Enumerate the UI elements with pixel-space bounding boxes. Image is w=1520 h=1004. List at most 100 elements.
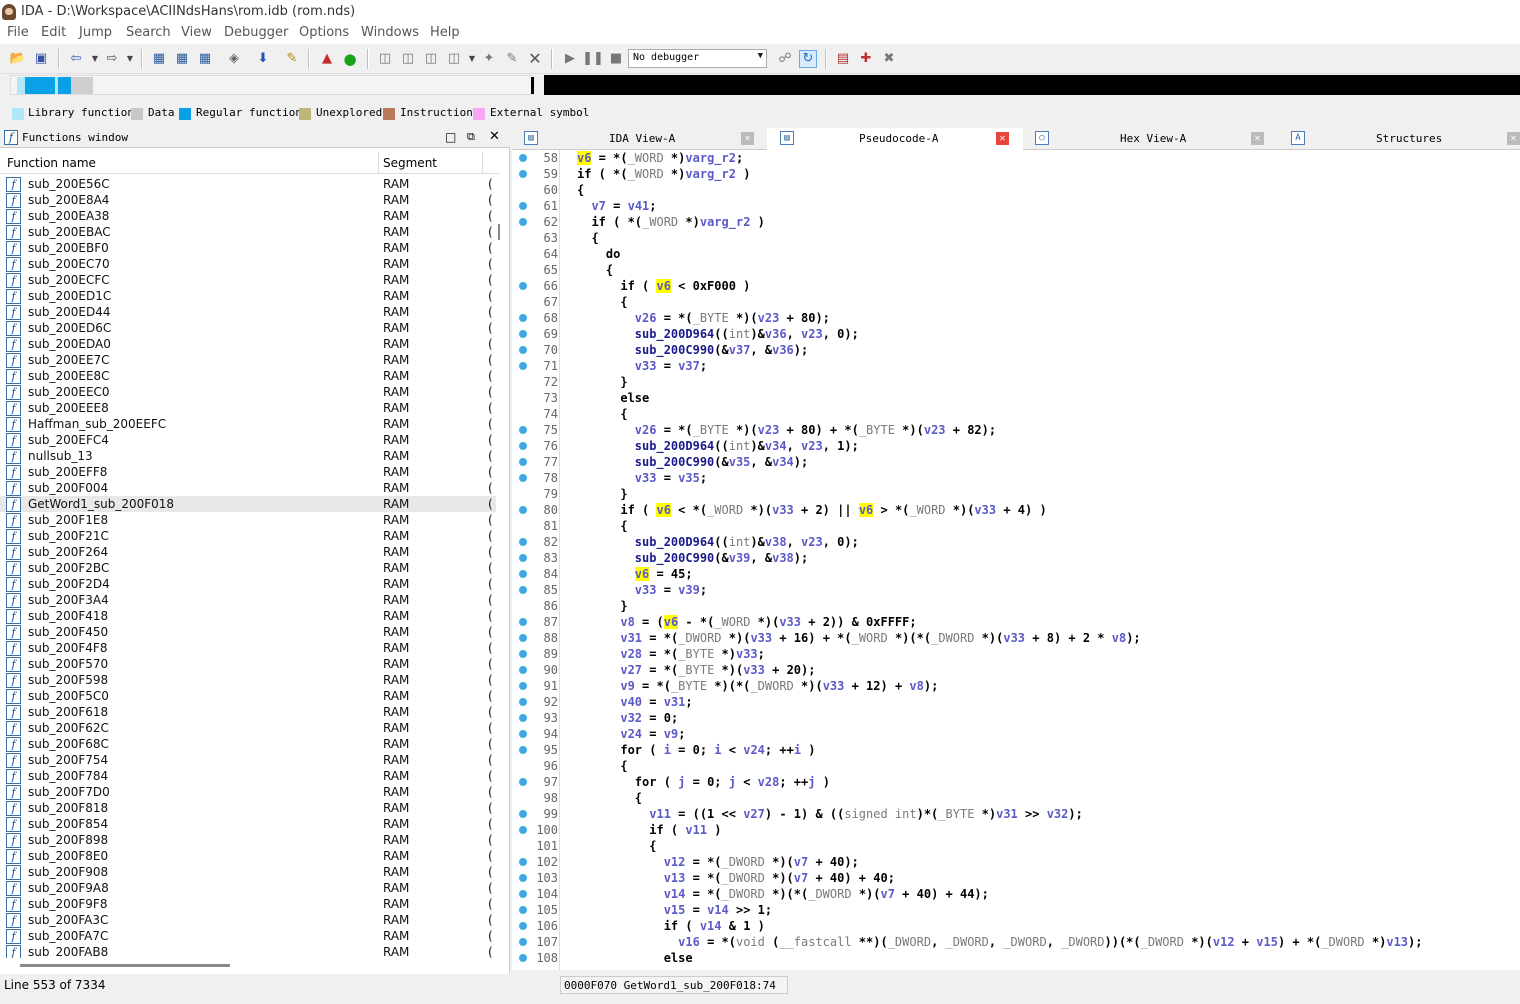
function-row[interactable]: f nullsub_13 RAM ( <box>0 448 496 464</box>
debug-attach-icon[interactable]: ☍ <box>776 50 794 68</box>
function-row[interactable]: f sub_200F5C0 RAM ( <box>0 688 496 704</box>
code-text[interactable]: { <box>577 182 584 198</box>
code-text[interactable]: v33 = v37; <box>577 358 707 374</box>
code-text[interactable]: v8 = (v6 - *(_WORD *)(v33 + 2)) & 0xFFFF… <box>577 614 917 630</box>
breakpoint-dot-icon[interactable] <box>519 730 527 738</box>
function-row[interactable]: f sub_200F3A4 RAM ( <box>0 592 496 608</box>
code-text[interactable]: v40 = v31; <box>577 694 692 710</box>
code-text[interactable]: { <box>577 294 627 310</box>
code-text[interactable]: v15 = v14 >> 1; <box>577 902 772 918</box>
code-text[interactable]: v6 = *(_WORD *)varg_r2; <box>577 150 743 166</box>
function-row[interactable]: f sub_200EE8C RAM ( <box>0 368 496 384</box>
code-line[interactable]: 102 v12 = *(_DWORD *)(v7 + 40); <box>512 854 1520 870</box>
breakpoint-dot-icon[interactable] <box>519 746 527 754</box>
breakpoint-dot-icon[interactable] <box>519 778 527 786</box>
code-line[interactable]: 100 if ( v11 ) <box>512 822 1520 838</box>
breakpoint-dot-icon[interactable] <box>519 922 527 930</box>
code-text[interactable]: for ( j = 0; j < v28; ++j ) <box>577 774 830 790</box>
function-row[interactable]: f sub_200F854 RAM ( <box>0 816 496 832</box>
function-row[interactable]: f sub_200F9F8 RAM ( <box>0 896 496 912</box>
function-row[interactable]: f sub_200F898 RAM ( <box>0 832 496 848</box>
code-text[interactable]: v31 = *(_DWORD *)(v33 + 16) + *(_WORD *)… <box>577 630 1140 646</box>
code-text[interactable]: v26 = *(_BYTE *)(v23 + 80) + *(_BYTE *)(… <box>577 422 996 438</box>
code-text[interactable]: v28 = *(_BYTE *)v33; <box>577 646 765 662</box>
code-text[interactable]: v33 = v39; <box>577 582 707 598</box>
code-text[interactable]: v11 = ((1 << v27) - 1) & ((signed int)*(… <box>577 806 1083 822</box>
code-text[interactable]: if ( *(_WORD *)varg_r2 ) <box>577 214 764 230</box>
search-immediate-icon[interactable]: ▦ <box>196 50 214 68</box>
tab-hex-view-a[interactable]: ○ Hex View-A ✕ <box>1025 128 1279 150</box>
back-arrow-icon[interactable]: ⇦ <box>67 50 85 68</box>
breakpoint-dot-icon[interactable] <box>519 858 527 866</box>
code-text[interactable]: for ( i = 0; i < v24; ++i ) <box>577 742 815 758</box>
code-line[interactable]: 105 v15 = v14 >> 1; <box>512 902 1520 918</box>
save-icon[interactable]: ▣ <box>32 50 50 68</box>
code-text[interactable]: v9 = *(_BYTE *)(*(_DWORD *)(v33 + 12) + … <box>577 678 938 694</box>
breakpoint-dot-icon[interactable] <box>519 458 527 466</box>
jump-down-icon[interactable]: ⬇ <box>254 50 272 68</box>
function-row[interactable]: f sub_200F618 RAM ( <box>0 704 496 720</box>
function-row[interactable]: f sub_200F450 RAM ( <box>0 624 496 640</box>
code-line[interactable]: 88 v31 = *(_DWORD *)(v33 + 16) + *(_WORD… <box>512 630 1520 646</box>
menu-windows[interactable]: Windows <box>361 25 419 40</box>
code-text[interactable]: } <box>577 374 627 390</box>
code-line[interactable]: 99 v11 = ((1 << v27) - 1) & ((signed int… <box>512 806 1520 822</box>
breakpoint-dot-icon[interactable] <box>519 650 527 658</box>
code-text[interactable]: if ( v11 ) <box>577 822 721 838</box>
debugger-select[interactable]: No debugger ▼ <box>628 49 767 68</box>
function-row[interactable]: f sub_200EDA0 RAM ( <box>0 336 496 352</box>
column-segment[interactable]: Segment <box>383 156 437 170</box>
breakpoint-dot-icon[interactable] <box>519 154 527 162</box>
tab-structures[interactable]: A Structures ✕ <box>1281 128 1520 150</box>
code-line[interactable]: 73 else <box>512 390 1520 406</box>
function-row[interactable]: f sub_200FA7C RAM ( <box>0 928 496 944</box>
menu-debugger[interactable]: Debugger <box>224 25 288 40</box>
code-text[interactable]: else <box>577 390 649 406</box>
function-row[interactable]: f sub_200F68C RAM ( <box>0 736 496 752</box>
code-text[interactable]: { <box>577 406 627 422</box>
code-text[interactable]: } <box>577 486 627 502</box>
breakpoint-dot-icon[interactable] <box>519 666 527 674</box>
breakpoint-dot-icon[interactable] <box>519 938 527 946</box>
code-text[interactable]: sub_200C990(&v37, &v36); <box>577 342 808 358</box>
code-text[interactable]: sub_200D964((int)&v36, v23, 0); <box>577 326 859 342</box>
menu-view[interactable]: View <box>181 25 212 40</box>
close-icon[interactable]: ✕ <box>489 129 500 144</box>
function-row[interactable]: f Haffman_sub_200EEFC RAM ( <box>0 416 496 432</box>
function-row[interactable]: f sub_200F754 RAM ( <box>0 752 496 768</box>
function-row[interactable]: f sub_200F4F8 RAM ( <box>0 640 496 656</box>
code-line[interactable]: 71 v33 = v37; <box>512 358 1520 374</box>
breakpoint-dot-icon[interactable] <box>519 954 527 962</box>
code-line[interactable]: 97 for ( j = 0; j < v28; ++j ) <box>512 774 1520 790</box>
code-line[interactable]: 75 v26 = *(_BYTE *)(v23 + 80) + *(_BYTE … <box>512 422 1520 438</box>
close-tab-icon[interactable]: ✕ <box>996 132 1009 145</box>
breakpoint-dot-icon[interactable] <box>519 282 527 290</box>
edit-icon[interactable]: ✎ <box>503 50 521 68</box>
function-row[interactable]: f sub_200EFF8 RAM ( <box>0 464 496 480</box>
star-icon[interactable]: ✦ <box>480 50 498 68</box>
menu-edit[interactable]: Edit <box>41 25 66 40</box>
code-text[interactable]: v13 = *(_DWORD *)(v7 + 40) + 40; <box>577 870 895 886</box>
close-tab-icon[interactable]: ✕ <box>1251 132 1264 145</box>
function-row[interactable]: f sub_200EC70 RAM ( <box>0 256 496 272</box>
function-row[interactable]: f sub_200F21C RAM ( <box>0 528 496 544</box>
code-line[interactable]: 63 { <box>512 230 1520 246</box>
code-text[interactable]: sub_200C990(&v39, &v38); <box>577 550 808 566</box>
functions-vertical-scrollbar[interactable] <box>496 176 500 958</box>
breakpoint-dot-icon[interactable] <box>519 506 527 514</box>
column-divider[interactable] <box>482 152 483 174</box>
open-folder-icon[interactable]: 📂 <box>9 50 27 68</box>
code-text[interactable]: v33 = v35; <box>577 470 707 486</box>
code-line[interactable]: 86 } <box>512 598 1520 614</box>
code-line[interactable]: 60 { <box>512 182 1520 198</box>
function-row[interactable]: f sub_200F8E0 RAM ( <box>0 848 496 864</box>
code-text[interactable]: if ( v14 & 1 ) <box>577 918 765 934</box>
function-row[interactable]: f sub_200F2BC RAM ( <box>0 560 496 576</box>
code-text[interactable]: } <box>577 598 627 614</box>
code-line[interactable]: 89 v28 = *(_BYTE *)v33; <box>512 646 1520 662</box>
breakpoint-dot-icon[interactable] <box>519 170 527 178</box>
code-line[interactable]: 64 do <box>512 246 1520 262</box>
code-text[interactable]: sub_200D964((int)&v38, v23, 0); <box>577 534 859 550</box>
code-line[interactable]: 72 } <box>512 374 1520 390</box>
code-line[interactable]: 92 v40 = v31; <box>512 694 1520 710</box>
